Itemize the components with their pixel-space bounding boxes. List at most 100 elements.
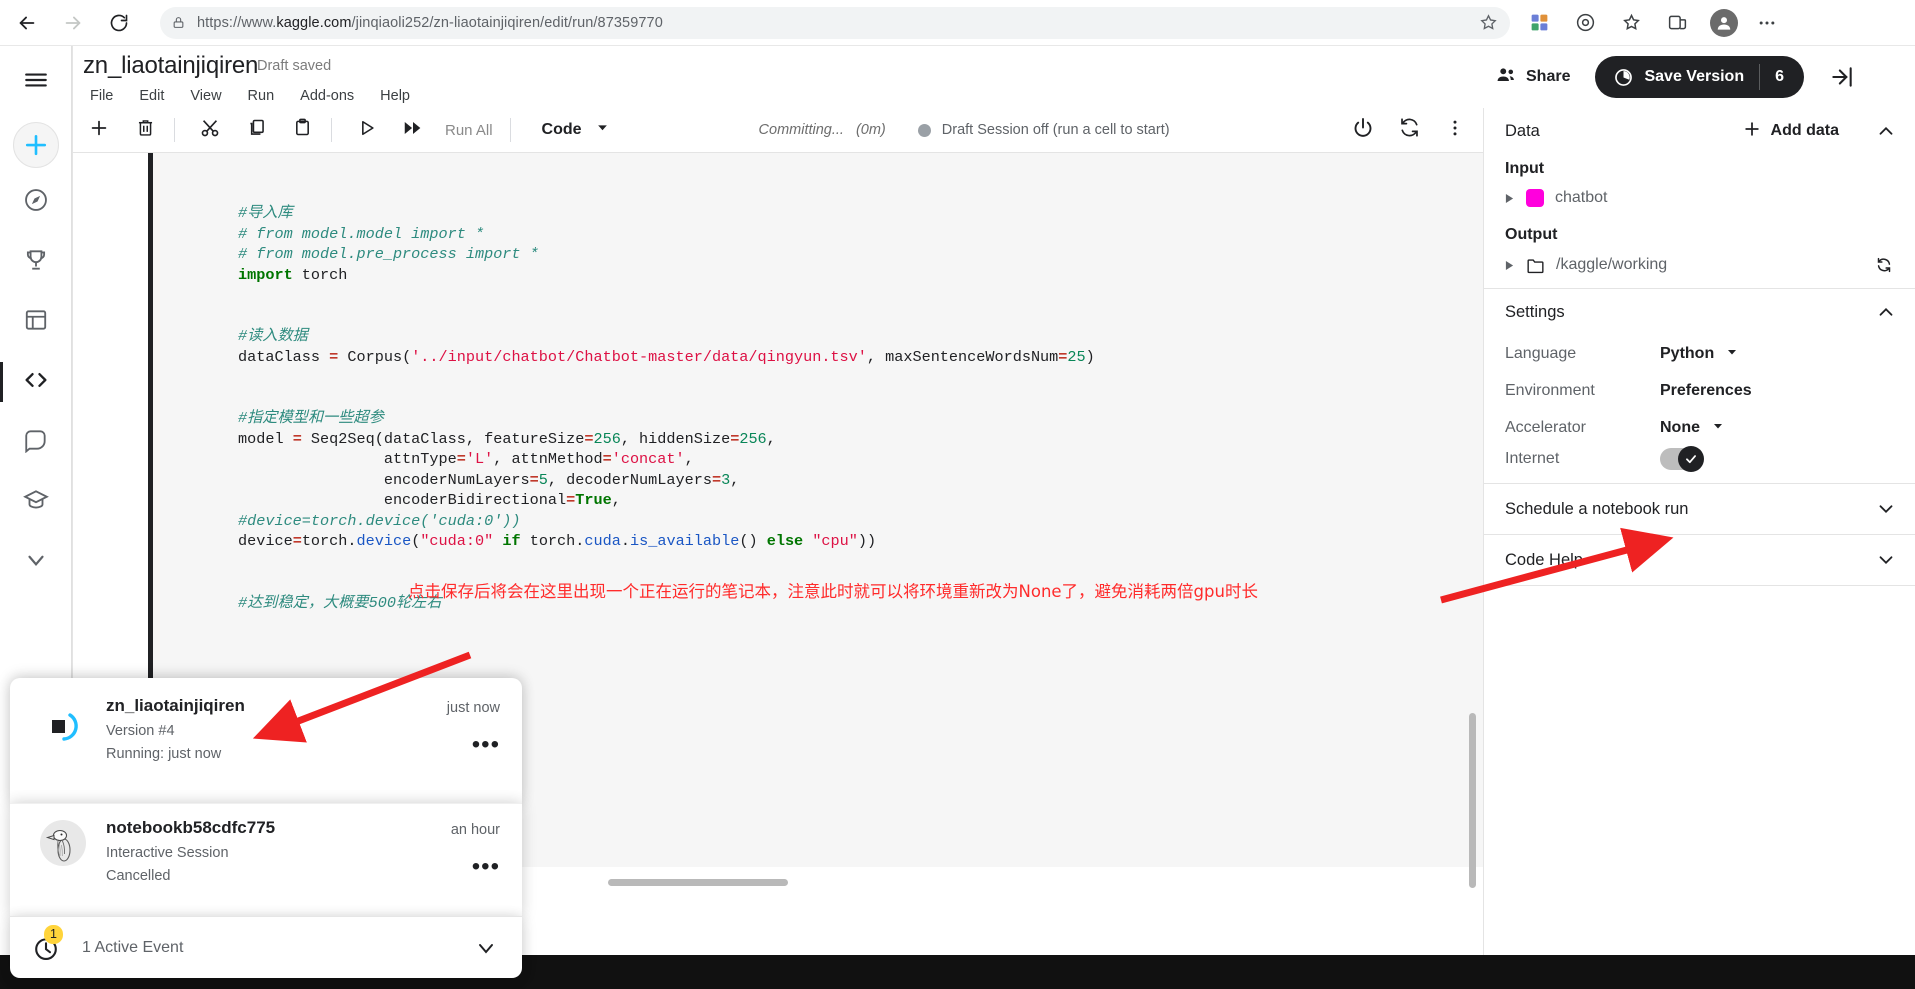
chevron-down-icon[interactable]: [1875, 549, 1897, 571]
ellipsis-icon[interactable]: •••: [472, 855, 500, 879]
horizontal-scroll-thumb[interactable]: [608, 879, 788, 886]
event-row[interactable]: notebookb58cdfc775 Interactive Session C…: [10, 804, 522, 916]
menu-run[interactable]: Run: [235, 84, 288, 108]
output-label: Output: [1505, 226, 1558, 243]
code-help-label: Code Help: [1505, 550, 1583, 569]
address-bar[interactable]: https://www.kaggle.com/jinqiaoli252/zn-l…: [160, 6, 1510, 39]
menu-file[interactable]: File: [83, 84, 126, 108]
cut-cell-button[interactable]: [190, 111, 230, 149]
copy-cell-button[interactable]: [236, 111, 276, 149]
event-title[interactable]: notebookb58cdfc775: [106, 818, 502, 838]
output-dir-row[interactable]: /kaggle/working: [1484, 250, 1915, 288]
back-arrow-icon[interactable]: [8, 4, 46, 42]
sidebar-item-competitions[interactable]: [10, 236, 62, 288]
events-popup-footer[interactable]: 1 1 Active Event: [10, 916, 522, 978]
power-button[interactable]: [1343, 111, 1383, 149]
save-version-count[interactable]: 6: [1759, 64, 1800, 90]
clipboard-paste-icon: [292, 117, 313, 143]
sidebar-item-learn[interactable]: [10, 476, 62, 528]
menu-help[interactable]: Help: [367, 84, 423, 108]
browser-essentials-icon[interactable]: [1660, 6, 1694, 40]
output-dir-name[interactable]: /kaggle/working: [1556, 256, 1667, 274]
setting-row-environment: Environment Preferences: [1484, 372, 1915, 409]
ellipsis-icon[interactable]: •••: [472, 733, 500, 757]
profile-avatar-icon[interactable]: [1710, 8, 1738, 37]
event-subtitle: Interactive Session: [106, 845, 229, 861]
forward-arrow-icon[interactable]: [54, 4, 92, 42]
chevron-down-icon: [23, 547, 49, 578]
chevron-down-icon[interactable]: [1875, 498, 1897, 520]
triangle-right-icon[interactable]: [1505, 260, 1515, 271]
vertical-scrollbar[interactable]: [1469, 713, 1479, 888]
sidebar-item-code[interactable]: [0, 356, 62, 408]
internet-toggle[interactable]: [1660, 445, 1704, 472]
collapse-right-panel-icon[interactable]: [1824, 59, 1860, 95]
code-help-section[interactable]: Code Help: [1484, 535, 1915, 586]
commit-elapsed: (0m): [855, 122, 886, 138]
vertical-scroll-thumb[interactable]: [1469, 713, 1476, 888]
menu-edit[interactable]: Edit: [126, 84, 177, 108]
schedule-label: Schedule a notebook run: [1505, 499, 1689, 518]
sidebar-item-discussions[interactable]: [10, 416, 62, 468]
run-all-button[interactable]: [393, 111, 433, 149]
chevron-up-icon[interactable]: [1875, 301, 1897, 323]
extensions-icon[interactable]: [1522, 6, 1556, 40]
code-content[interactable]: #导入库 # from model.model import * # from …: [238, 203, 1095, 613]
sidebar-item-more[interactable]: [10, 536, 62, 588]
language-dropdown[interactable]: Python: [1660, 345, 1738, 363]
code-help-section-header[interactable]: Code Help: [1484, 535, 1915, 585]
setting-row-accelerator: Accelerator None: [1484, 409, 1915, 446]
delete-cell-button[interactable]: [125, 111, 165, 149]
restart-session-button[interactable]: [1389, 111, 1429, 149]
paste-cell-button[interactable]: [282, 111, 322, 149]
run-all-label[interactable]: Run All: [437, 122, 501, 139]
environment-preferences-link[interactable]: Preferences: [1660, 382, 1752, 400]
menu-add-ons[interactable]: Add-ons: [287, 84, 367, 108]
plus-create-icon[interactable]: [12, 122, 59, 168]
settings-section-title: Settings: [1505, 302, 1565, 321]
plus-add-cell-icon: [88, 117, 110, 144]
share-label: Share: [1526, 68, 1571, 85]
notebook-header: zn_liaotainjiqiren Draft saved File Edit…: [72, 46, 1483, 108]
sidebar-item-datasets[interactable]: [10, 296, 62, 348]
schedule-section[interactable]: Schedule a notebook run: [1484, 484, 1915, 535]
reload-icon[interactable]: [100, 4, 138, 42]
triangle-right-icon[interactable]: [1505, 193, 1515, 204]
add-cell-button[interactable]: [79, 111, 119, 149]
table-datasets-icon: [23, 307, 49, 338]
toolbar-right-actions: [1337, 111, 1483, 149]
fast-forward-icon: [402, 117, 424, 144]
sidebar-item-home[interactable]: [10, 176, 62, 228]
event-row[interactable]: zn_liaotainjiqiren Version #4 Running: j…: [10, 678, 522, 803]
page-title[interactable]: zn_liaotainjiqiren: [83, 52, 258, 80]
accelerator-dropdown[interactable]: None: [1660, 419, 1724, 437]
menu-view[interactable]: View: [177, 84, 234, 108]
star-icon[interactable]: [1479, 13, 1498, 32]
toolbar-more-button[interactable]: [1435, 111, 1475, 149]
chevron-down-icon: [1712, 420, 1724, 435]
events-popup-item-2[interactable]: notebookb58cdfc775 Interactive Session C…: [10, 803, 522, 916]
toggle-check-icon: [1678, 445, 1704, 472]
chevron-down-icon[interactable]: [474, 936, 498, 960]
cell-type-selector[interactable]: Code: [542, 121, 609, 139]
save-version-button[interactable]: Save Version 6: [1595, 56, 1804, 98]
share-button[interactable]: Share: [1495, 64, 1570, 91]
notebook-toolbar: Run All Code Committing... (0m) Draft Se…: [72, 108, 1483, 153]
schedule-section-header[interactable]: Schedule a notebook run: [1484, 484, 1915, 534]
input-dataset-row[interactable]: chatbot: [1484, 184, 1915, 220]
dataset-name[interactable]: chatbot: [1555, 189, 1607, 207]
trophy-competitions-icon: [23, 247, 49, 278]
events-popup-item-1[interactable]: zn_liaotainjiqiren Version #4 Running: j…: [10, 678, 522, 803]
chevron-up-icon[interactable]: [1875, 120, 1897, 142]
collections-icon[interactable]: [1568, 6, 1602, 40]
browser-toolbar: https://www.kaggle.com/jinqiaoli252/zn-l…: [0, 0, 1915, 46]
session-status-dot: [917, 123, 931, 137]
favorites-icon[interactable]: [1614, 6, 1648, 40]
event-subtitle: Version #4: [106, 723, 175, 739]
run-cell-button[interactable]: [347, 111, 387, 149]
event-title[interactable]: zn_liaotainjiqiren: [106, 696, 502, 716]
refresh-icon[interactable]: [1874, 255, 1894, 275]
hamburger-menu-icon[interactable]: [16, 60, 56, 100]
more-options-icon[interactable]: [1750, 6, 1784, 40]
add-data-button[interactable]: Add data: [1742, 119, 1839, 144]
